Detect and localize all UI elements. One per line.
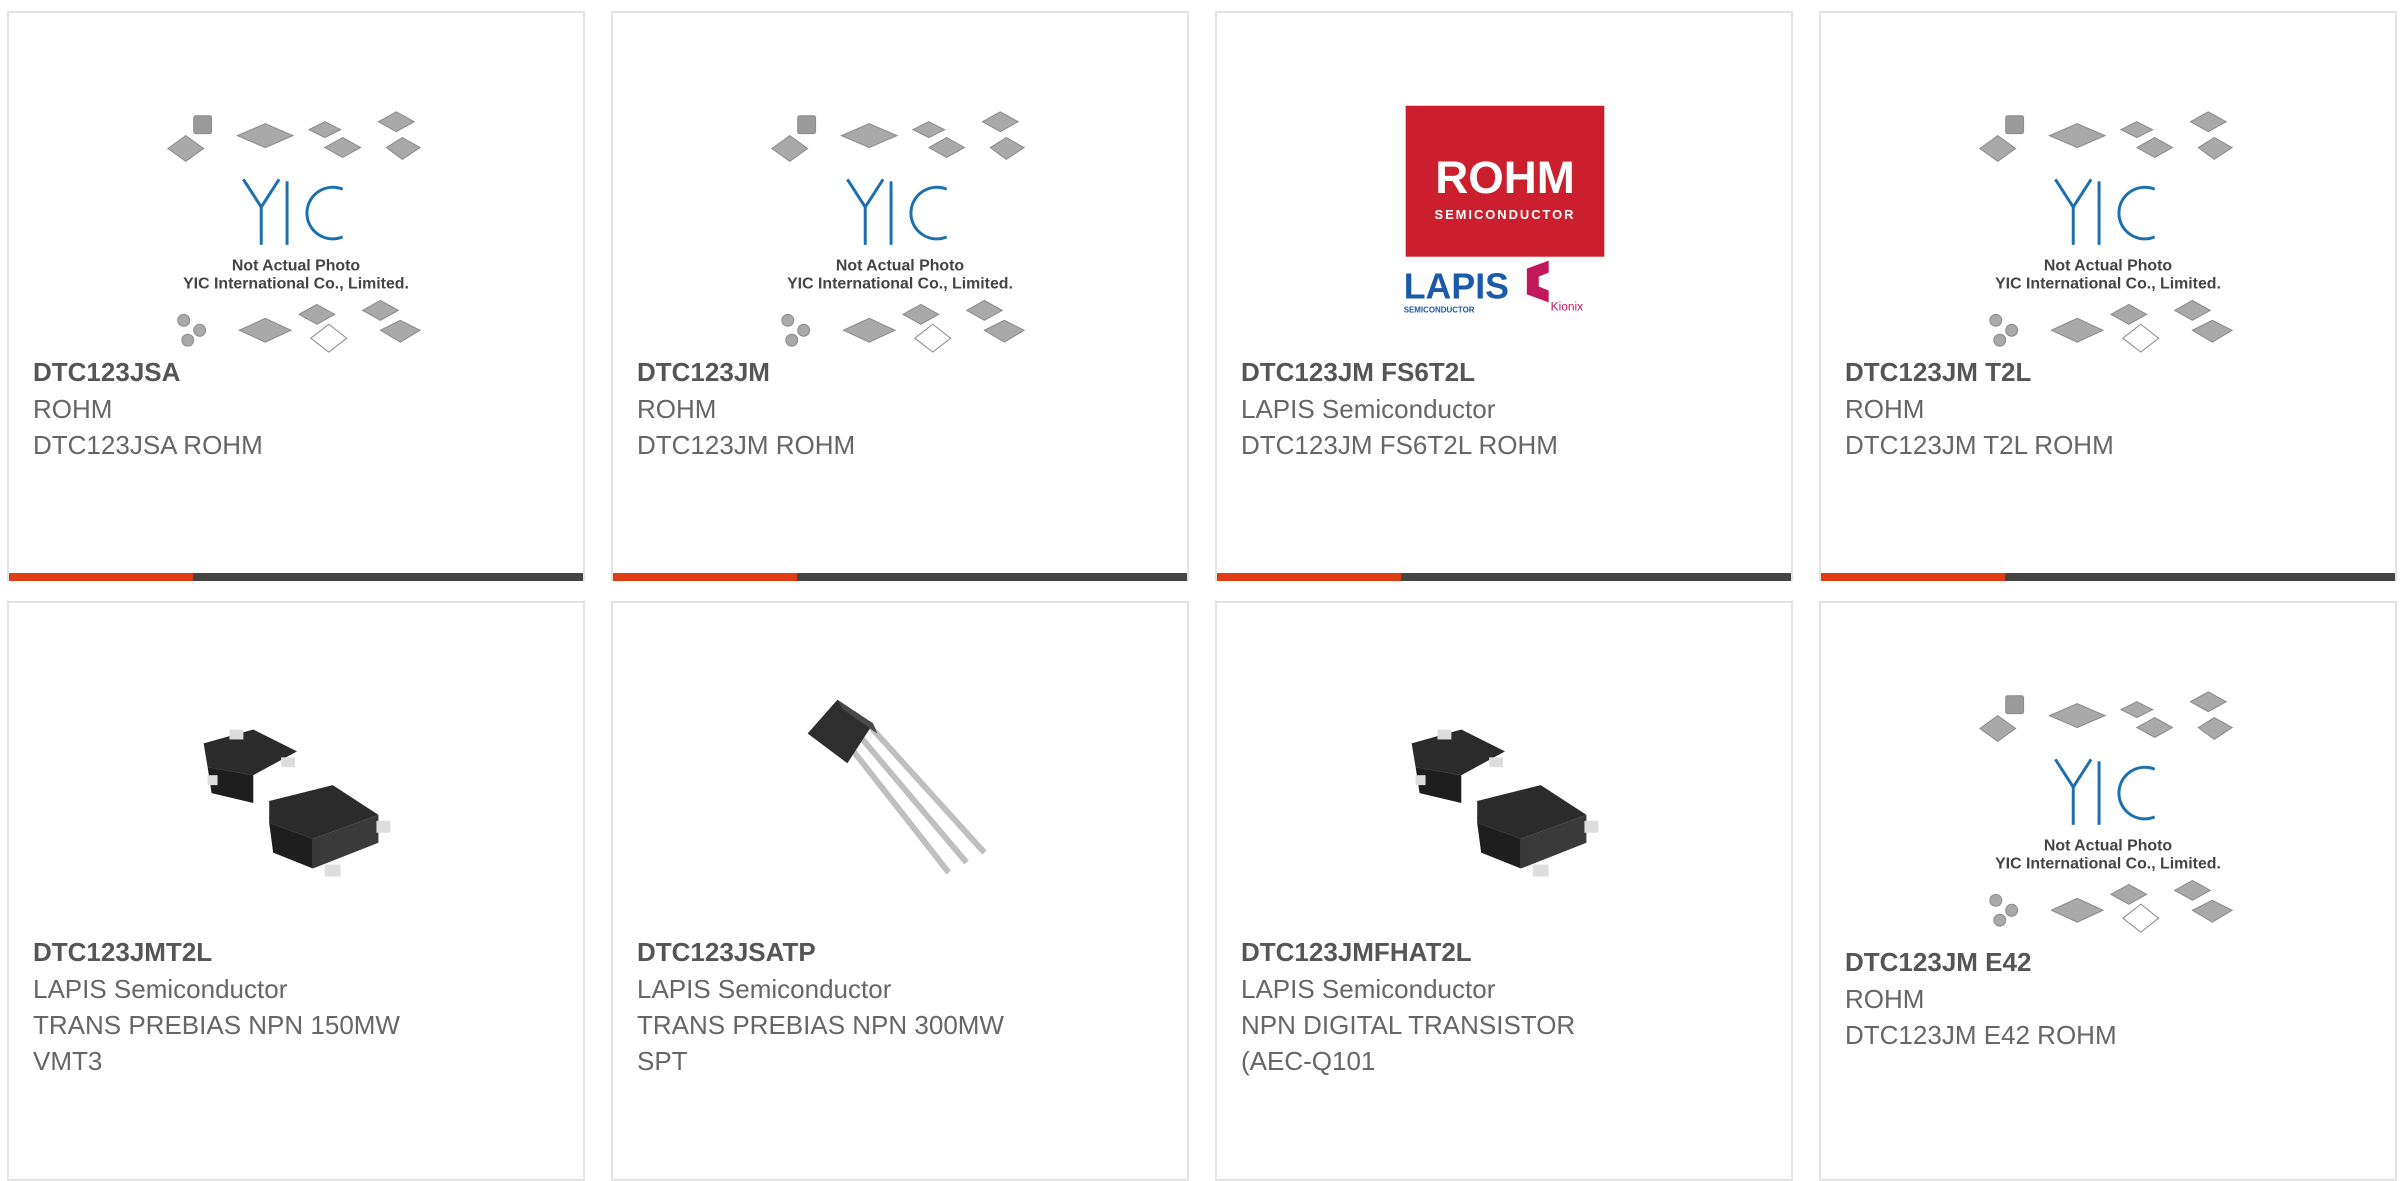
product-manufacturer: ROHM [33,394,113,424]
placeholder-caption-2: YIC International Co., Limited. [183,276,409,293]
smd-transistor-image [1411,729,1599,877]
product-manufacturer: ROHM [1845,984,1925,1014]
rohm-logo-image: ROHM SEMICONDUCTOR LAPIS SEMICONDUCTOR K… [1404,105,1605,314]
card-accent-bar [1821,573,2395,581]
lapis-brand-text: LAPIS [1404,266,1509,306]
rohm-brand-text: ROHM [1435,152,1575,203]
rohm-sub-text: SEMICONDUCTOR [1434,207,1575,222]
product-part-number[interactable]: DTC123JM FS6T2L [1241,357,1475,388]
product-description: TRANS PREBIAS NPN 150MW [33,1010,400,1040]
kionix-text: Kionix [1551,299,1583,313]
placeholder-image: Not Actual Photo YIC International Co., … [1979,111,2234,353]
placeholder-image: Not Actual Photo YIC International Co., … [1979,691,2234,933]
product-card[interactable]: DTC123JSATP LAPIS Semiconductor TRANS PR… [611,601,1189,1181]
placeholder-caption-1: Not Actual Photo [2044,838,2172,855]
card-accent-bar [1217,573,1791,581]
placeholder-caption-1: Not Actual Photo [232,258,360,275]
product-card[interactable]: ROHM SEMICONDUCTOR LAPIS SEMICONDUCTOR K… [1215,11,1793,581]
product-card[interactable]: DTC123JMT2L LAPIS Semiconductor TRANS PR… [7,601,585,1181]
product-part-number[interactable]: DTC123JSATP [637,937,816,968]
to92-transistor-image [807,699,987,875]
product-part-number[interactable]: DTC123JM T2L [1845,357,2031,388]
placeholder-caption-2: YIC International Co., Limited. [1995,856,2221,873]
product-manufacturer: LAPIS Semiconductor [637,974,892,1004]
product-manufacturer: LAPIS Semiconductor [33,974,288,1004]
product-manufacturer: ROHM [637,394,717,424]
product-description: DTC123JSA ROHM [33,430,263,460]
lapis-sub-text: SEMICONDUCTOR [1404,305,1475,314]
product-description: DTC123JM ROHM [637,430,856,460]
product-card[interactable]: Not Actual Photo YIC International Co., … [611,11,1189,581]
product-manufacturer: LAPIS Semiconductor [1241,974,1496,1004]
product-description: NPN DIGITAL TRANSISTOR [1241,1010,1576,1040]
placeholder-image: Not Actual Photo YIC International Co., … [771,111,1026,353]
placeholder-caption-1: Not Actual Photo [836,258,964,275]
placeholder-image: Not Actual Photo YIC International Co., … [167,111,422,353]
product-card[interactable]: Not Actual Photo YIC International Co., … [1819,11,2397,581]
product-description: TRANS PREBIAS NPN 300MW [637,1010,1004,1040]
product-description-2: SPT [637,1046,688,1076]
product-card[interactable]: Not Actual Photo YIC International Co., … [7,11,585,581]
placeholder-caption-2: YIC International Co., Limited. [1995,276,2221,293]
product-description: DTC123JM T2L ROHM [1845,430,2114,460]
product-card[interactable]: Not Actual Photo YIC International Co., … [1819,601,2397,1181]
placeholder-caption-1: Not Actual Photo [2044,258,2172,275]
product-description-2: VMT3 [33,1046,103,1076]
placeholder-caption-2: YIC International Co., Limited. [787,276,1013,293]
smd-transistor-image [203,729,391,877]
product-grid: Not Actual Photo YIC International Co., … [0,0,2400,1181]
product-part-number[interactable]: DTC123JSA [33,357,180,388]
product-description: DTC123JM FS6T2L ROHM [1241,430,1558,460]
product-manufacturer: ROHM [1845,394,1925,424]
product-part-number[interactable]: DTC123JM [637,357,770,388]
product-part-number[interactable]: DTC123JMT2L [33,937,212,968]
product-description: DTC123JM E42 ROHM [1845,1020,2117,1050]
product-description-2: (AEC-Q101 [1241,1046,1376,1076]
product-part-number[interactable]: DTC123JMFHAT2L [1241,937,1472,968]
product-part-number[interactable]: DTC123JM E42 [1845,947,2031,978]
card-accent-bar [613,573,1187,581]
product-card[interactable]: DTC123JMFHAT2L LAPIS Semiconductor NPN D… [1215,601,1793,1181]
card-accent-bar [9,573,583,581]
product-manufacturer: LAPIS Semiconductor [1241,394,1496,424]
